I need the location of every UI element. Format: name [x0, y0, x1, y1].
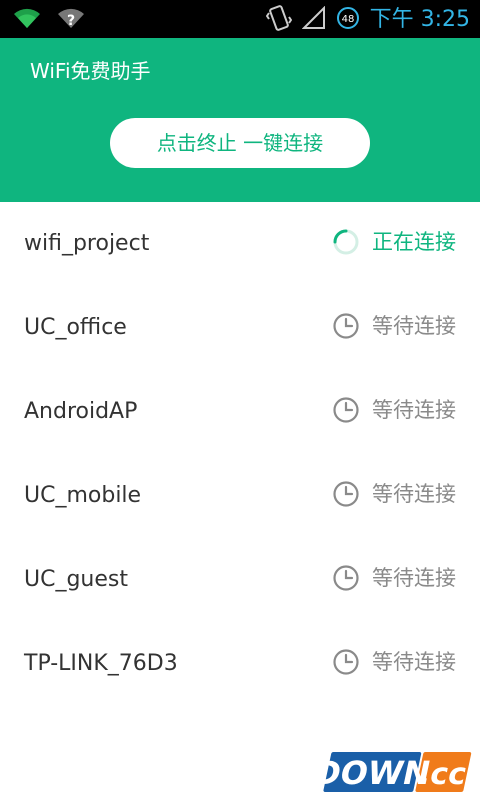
- list-item[interactable]: UC_office 等待连接: [0, 286, 480, 370]
- status-label: 等待连接: [372, 650, 456, 674]
- spinner-icon: [332, 228, 360, 256]
- clock-icon: [332, 564, 360, 592]
- clock-icon: [332, 648, 360, 676]
- connection-status: 等待连接: [332, 394, 456, 426]
- network-ssid: UC_guest: [24, 567, 128, 592]
- clock-icon: [332, 396, 360, 424]
- status-label: 等待连接: [372, 482, 456, 506]
- connection-status: 等待连接: [332, 310, 456, 342]
- wifi-signal-icon: [12, 6, 42, 34]
- stop-connect-button[interactable]: 点击终止 一键连接: [110, 118, 370, 168]
- wifi-question-icon: ?: [56, 6, 86, 34]
- list-item[interactable]: AndroidAP 等待连接: [0, 370, 480, 454]
- wifi-network-list: wifi_project 正在连接 UC_office 等待连接 Android: [0, 202, 480, 706]
- app-title: WiFi免费助手: [30, 59, 151, 83]
- status-label: 等待连接: [372, 566, 456, 590]
- battery-icon: 48: [336, 6, 360, 34]
- down-cc-watermark-logo: DOWN .cc: [310, 750, 474, 794]
- connection-status: 等待连接: [332, 562, 456, 594]
- list-item[interactable]: UC_mobile 等待连接: [0, 454, 480, 538]
- list-item[interactable]: wifi_project 正在连接: [0, 202, 480, 286]
- status-label: 等待连接: [372, 314, 456, 338]
- list-item[interactable]: TP-LINK_76D3 等待连接: [0, 622, 480, 706]
- svg-text:?: ?: [67, 13, 75, 29]
- network-ssid: UC_office: [24, 315, 127, 340]
- connection-status: 等待连接: [332, 646, 456, 678]
- connection-status: 等待连接: [332, 478, 456, 510]
- vibrate-icon: [265, 4, 292, 36]
- app-header: WiFi免费助手 点击终止 一键连接: [0, 38, 480, 202]
- connection-status: 正在连接: [332, 226, 456, 258]
- list-item[interactable]: UC_guest 等待连接: [0, 538, 480, 622]
- watermark-accent-text: .cc: [416, 757, 470, 792]
- system-status-bar: ? 48 下午 3:25: [0, 0, 480, 38]
- clock-icon: [332, 312, 360, 340]
- status-left-icons: ?: [12, 6, 86, 34]
- battery-level: 48: [341, 14, 354, 25]
- status-label: 等待连接: [372, 398, 456, 422]
- network-ssid: wifi_project: [24, 231, 150, 256]
- status-right-icons: 48 下午 3:25: [265, 4, 470, 36]
- status-time: 下午 3:25: [369, 7, 470, 32]
- cell-signal-icon: [301, 5, 326, 34]
- network-ssid: TP-LINK_76D3: [24, 651, 178, 676]
- network-ssid: AndroidAP: [24, 399, 138, 424]
- network-ssid: UC_mobile: [24, 483, 142, 508]
- clock-icon: [332, 480, 360, 508]
- status-label: 正在连接: [372, 230, 456, 254]
